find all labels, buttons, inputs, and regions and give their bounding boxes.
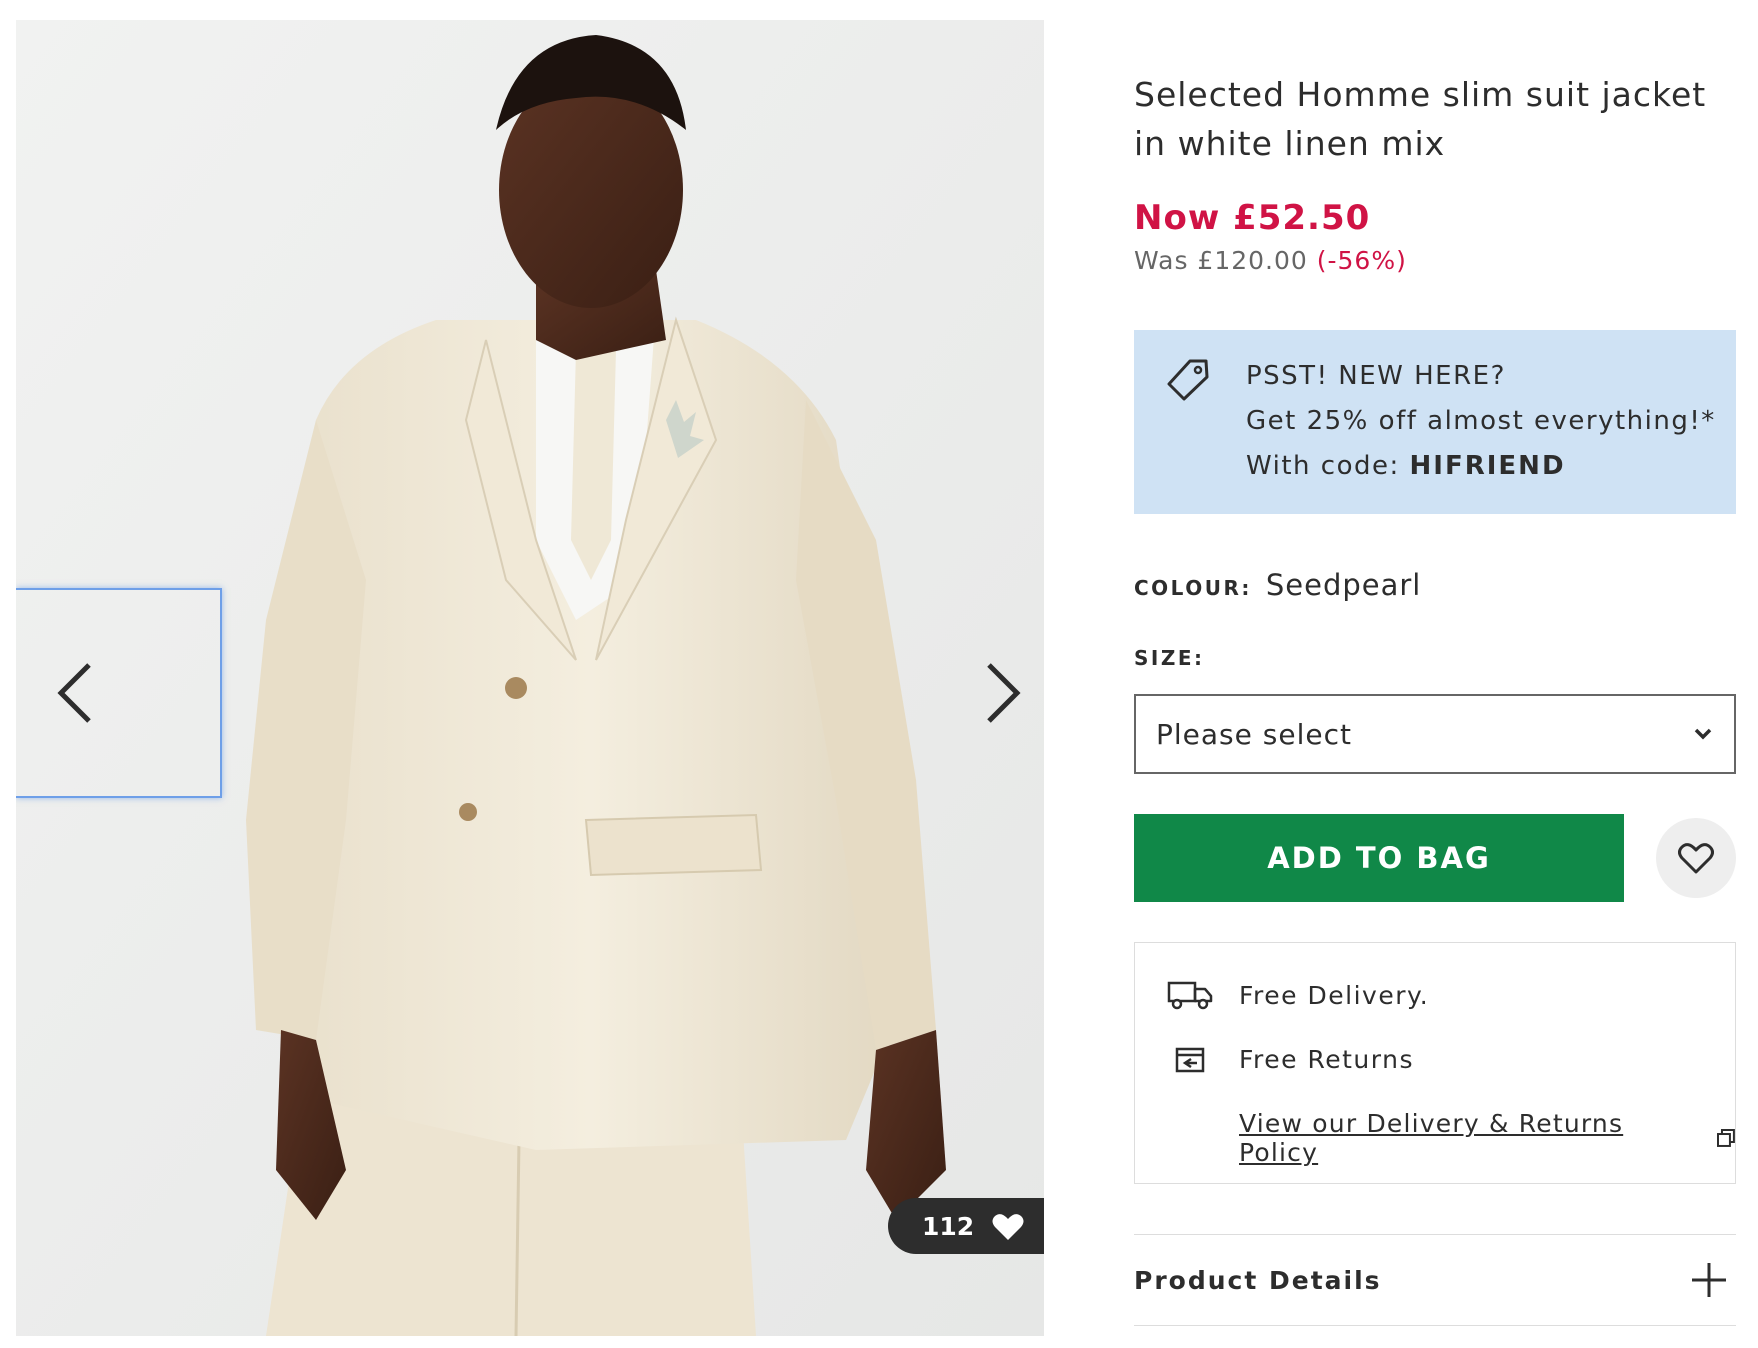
returns-box-icon	[1175, 1047, 1205, 1073]
promo-headline: PSST! NEW HERE?	[1246, 361, 1506, 391]
heart-outline-icon	[1678, 843, 1714, 874]
previous-price: Was £120.00 (-56%)	[1134, 246, 1736, 275]
free-delivery-text: Free Delivery.	[1239, 980, 1430, 1010]
promo-banner: PSST! NEW HERE? Get 25% off almost every…	[1134, 330, 1736, 514]
chevron-left-icon	[57, 663, 91, 723]
chevron-down-icon	[1694, 728, 1712, 740]
promo-code-prefix: With code:	[1246, 451, 1410, 481]
promo-code: HIFRIEND	[1409, 451, 1566, 481]
promo-offer: Get 25% off almost everything!*	[1246, 406, 1716, 436]
colour-value: Seedpearl	[1265, 568, 1422, 602]
product-title: Selected Homme slim suit jacket in white…	[1134, 75, 1707, 163]
product-details-accordion[interactable]: Product Details	[1134, 1234, 1736, 1326]
saves-count: 112	[922, 1211, 975, 1241]
policy-link-text: View our Delivery & Returns Policy	[1239, 1109, 1624, 1167]
next-image-button[interactable]	[968, 648, 1038, 738]
delivery-truck-icon	[1167, 981, 1213, 1010]
delivery-info-box: Free Delivery. Free Returns View our Del…	[1134, 942, 1736, 1184]
product-details-label: Product Details	[1134, 1265, 1382, 1295]
product-info: Selected Homme slim suit jacket in white…	[1134, 70, 1736, 275]
discount-percent: (-56%)	[1316, 246, 1407, 275]
save-to-wishlist-button[interactable]	[1656, 818, 1736, 898]
external-window-icon	[1717, 1129, 1735, 1147]
previous-image-button[interactable]	[40, 648, 110, 738]
colour-row: COLOUR: Seedpearl	[1134, 568, 1421, 602]
size-selected-value: Please select	[1156, 717, 1352, 751]
promo-code-line: With code: HIFRIEND	[1246, 444, 1736, 489]
add-to-bag-button[interactable]: ADD TO BAG	[1134, 814, 1624, 902]
heart-filled-icon	[992, 1213, 1024, 1240]
size-dropdown[interactable]: Please select	[1134, 694, 1736, 774]
tag-icon	[1167, 359, 1209, 401]
free-returns-text: Free Returns	[1239, 1044, 1414, 1074]
delivery-returns-policy-link[interactable]: View our Delivery & Returns Policy	[1239, 1109, 1735, 1167]
saves-count-badge: 112	[888, 1198, 1044, 1254]
colour-label: COLOUR:	[1134, 576, 1252, 600]
chevron-right-icon	[987, 663, 1021, 723]
free-delivery-row: Free Delivery.	[1167, 979, 1429, 1011]
product-image-gallery[interactable]: 112	[16, 20, 1044, 1336]
was-price-text: Was £120.00	[1134, 246, 1308, 275]
current-price: Now £52.50	[1134, 198, 1371, 238]
free-returns-row: Free Returns	[1167, 1043, 1414, 1075]
size-label: SIZE:	[1134, 646, 1205, 670]
plus-icon	[1692, 1263, 1726, 1297]
